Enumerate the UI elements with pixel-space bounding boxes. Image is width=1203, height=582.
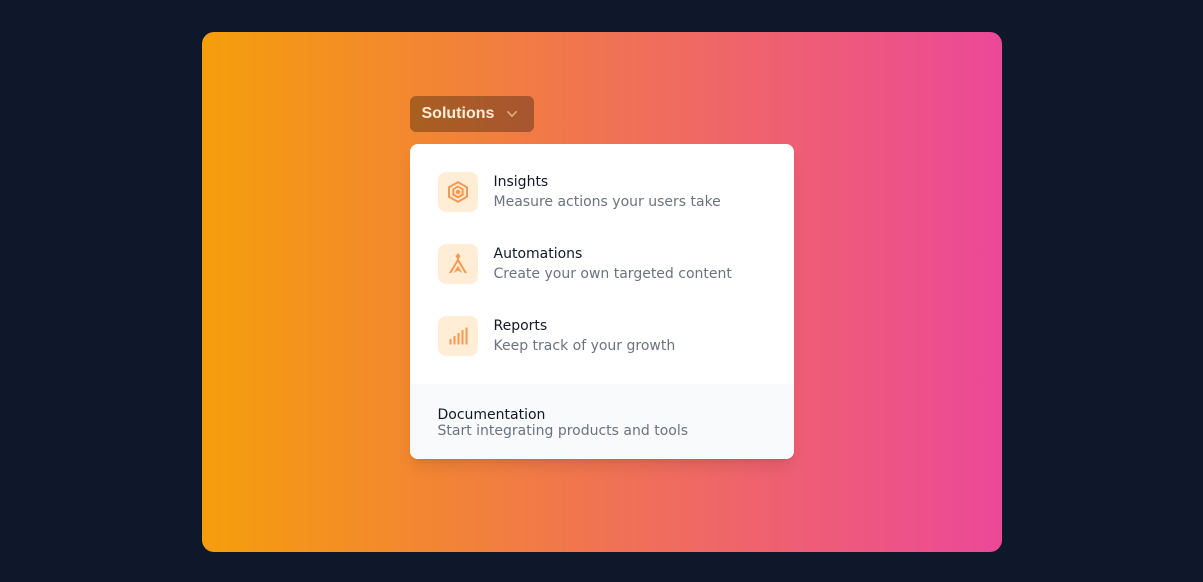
menu-item-description: Create your own targeted content bbox=[494, 264, 732, 284]
menu-item-content: Insights Measure actions your users take bbox=[494, 172, 721, 212]
menu-item-title: Reports bbox=[494, 316, 676, 336]
menu-item-title: Automations bbox=[494, 244, 732, 264]
solutions-button[interactable]: Solutions bbox=[410, 96, 535, 132]
menu-item-description: Keep track of your growth bbox=[494, 336, 676, 356]
menu-item-automations[interactable]: Automations Create your own targeted con… bbox=[426, 232, 778, 296]
menu-item-insights[interactable]: Insights Measure actions your users take bbox=[426, 160, 778, 224]
insights-icon bbox=[438, 172, 478, 212]
dropdown-container: Solutions bbox=[410, 96, 794, 552]
menu-item-content: Reports Keep track of your growth bbox=[494, 316, 676, 356]
documentation-description: Start integrating products and tools bbox=[438, 423, 766, 439]
documentation-title: Documentation bbox=[438, 407, 546, 423]
menu-items-list: Insights Measure actions your users take bbox=[410, 144, 794, 384]
solutions-button-label: Solutions bbox=[422, 105, 495, 123]
chevron-down-icon bbox=[502, 104, 522, 124]
menu-item-content: Automations Create your own targeted con… bbox=[494, 244, 732, 284]
documentation-section: Documentation Start integrating products… bbox=[410, 384, 794, 459]
menu-item-title: Insights bbox=[494, 172, 721, 192]
menu-item-description: Measure actions your users take bbox=[494, 192, 721, 212]
documentation-link[interactable]: Documentation Start integrating products… bbox=[438, 404, 766, 439]
gradient-card: Solutions bbox=[202, 32, 1002, 552]
dropdown-menu-panel: Insights Measure actions your users take bbox=[410, 144, 794, 459]
reports-icon bbox=[438, 316, 478, 356]
automations-icon bbox=[438, 244, 478, 284]
menu-item-reports[interactable]: Reports Keep track of your growth bbox=[426, 304, 778, 368]
